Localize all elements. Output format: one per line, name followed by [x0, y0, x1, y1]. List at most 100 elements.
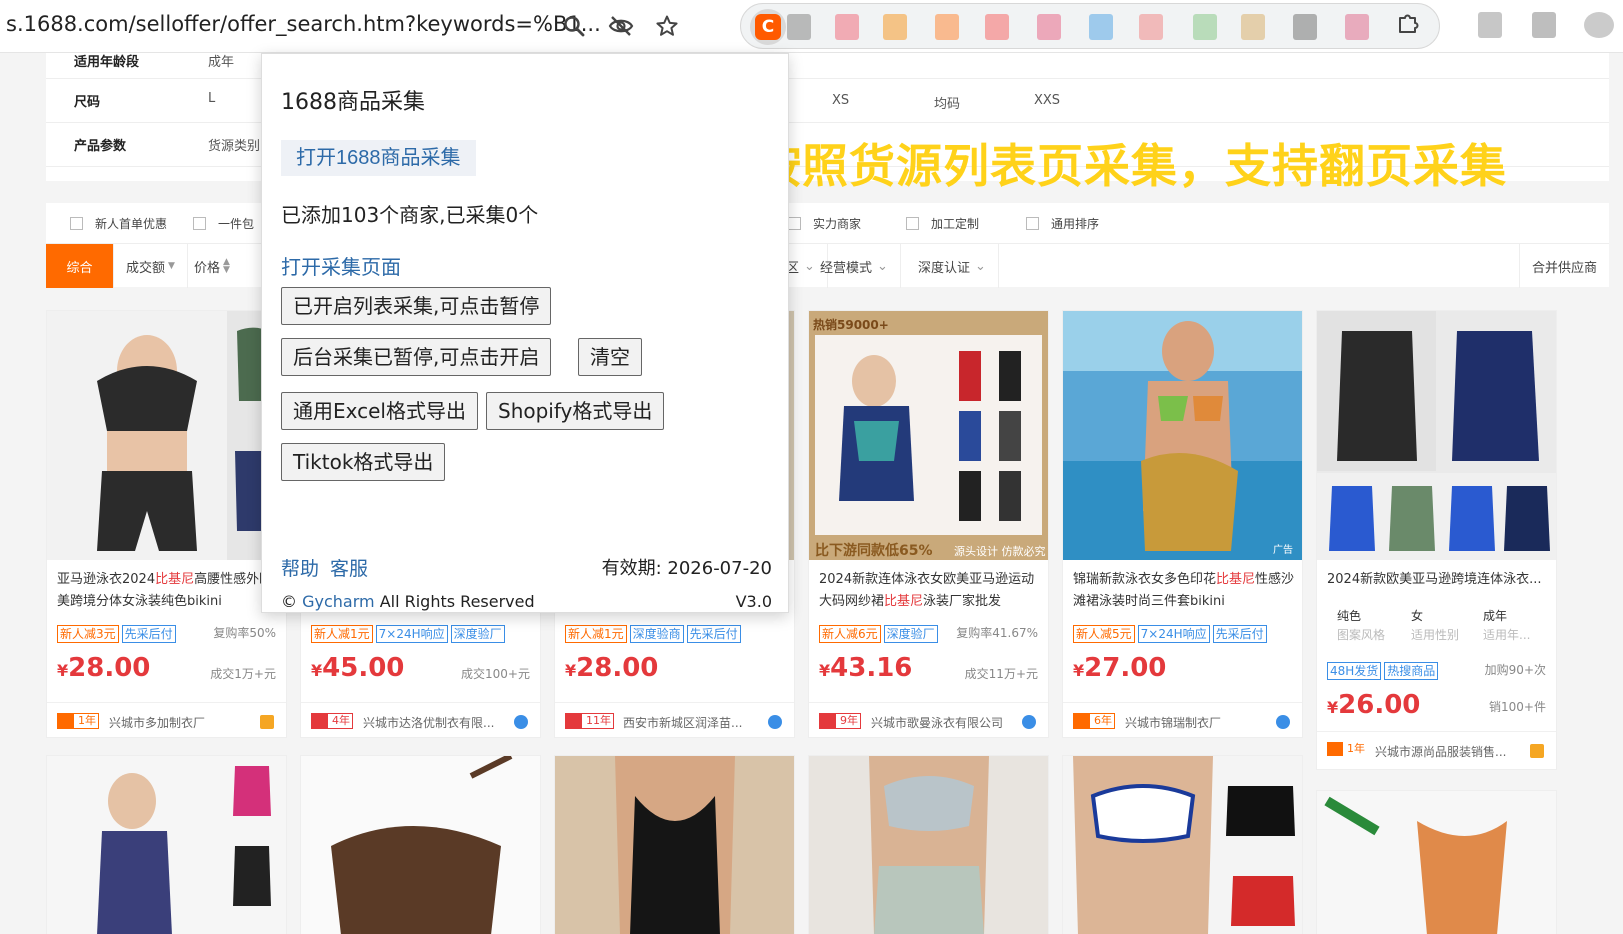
product-title[interactable]: 亚马逊泳衣2024比基尼高腰性感外欧美跨境分体女泳装纯色bikini — [57, 569, 281, 613]
price-value: 27.00 — [1084, 653, 1167, 683]
shop-row: 6年 兴城市锦瑞制衣厂 — [1063, 702, 1302, 738]
sort-certification[interactable]: 深度认证 ⌄ — [906, 244, 999, 288]
checkbox-general-sort[interactable]: 通用排序 — [1026, 215, 1099, 232]
sort-label: 成交额 — [126, 260, 166, 276]
product-card[interactable]: 2024新款欧美亚马逊跨境连体泳衣... 纯色 图案风格 女适用性别 成年 适用年.… — [1316, 310, 1557, 770]
product-card[interactable]: 热销59000+ 比下游同款低65% 源头设计 仿款必究 2024新款连体泳衣女… — [808, 310, 1049, 738]
product-image[interactable] — [809, 756, 1048, 934]
product-image[interactable] — [555, 756, 794, 934]
shop-years: 11年 — [565, 713, 614, 729]
product-image[interactable]: 热销59000+ 比下游同款低65% 源头设计 仿款必究 — [809, 311, 1048, 560]
blurred-extension-icon[interactable] — [1193, 14, 1217, 40]
shopify-export-button[interactable]: Shopify格式导出 — [486, 392, 665, 430]
shop-name[interactable]: 西安市新城区润泽苗... — [623, 714, 773, 731]
shop-name[interactable]: 兴城市锦瑞制衣厂 — [1125, 714, 1275, 731]
puzzle-icon[interactable] — [1395, 10, 1421, 36]
collector-extension-icon[interactable]: C — [750, 9, 786, 45]
tag: 新人减1元 — [311, 625, 373, 643]
checkbox-new-user[interactable]: 新人首单优惠 — [70, 215, 167, 232]
excel-export-button[interactable]: 通用Excel格式导出 — [281, 392, 478, 430]
tag: 新人减1元 — [565, 625, 627, 643]
list-collect-toggle-button[interactable]: 已开启列表采集,可点击暂停 — [281, 287, 552, 325]
blurred-extension-icon[interactable] — [787, 14, 811, 40]
shop-row: 4年 兴城市达洛优制衣有限... — [301, 702, 540, 738]
tag: 深度验厂 — [450, 625, 505, 643]
merge-suppliers[interactable]: 合并供应商 — [1518, 244, 1609, 288]
shop-name[interactable]: 兴城市歌曼泳衣有限公司 — [871, 714, 1021, 731]
product-image[interactable] — [1317, 791, 1556, 934]
checkbox-one-piece[interactable]: 一件包 — [193, 215, 254, 232]
open-collect-page-link[interactable]: 打开采集页面 — [281, 251, 401, 280]
background-collect-toggle-button[interactable]: 后台采集已暂停,可点击开启 — [281, 338, 552, 376]
product-title[interactable]: 锦瑞新款泳衣女多色印花比基尼性感沙滩裙泳装时尚三件套bikini — [1073, 569, 1297, 613]
shop-name[interactable]: 兴城市源尚品服装销售... — [1375, 743, 1525, 760]
product-card[interactable] — [300, 755, 541, 934]
customer-service-link[interactable]: 客服 — [330, 554, 368, 581]
product-card[interactable] — [808, 755, 1049, 934]
star-icon[interactable] — [653, 12, 681, 40]
filter-option[interactable]: 均码 — [934, 93, 960, 112]
sales: 成交11万+元 — [964, 667, 1038, 681]
product-image[interactable] — [47, 756, 286, 934]
blurred-extension-icon[interactable] — [1293, 14, 1317, 40]
sort-business-model[interactable]: 经营模式 ⌄ — [808, 244, 901, 288]
service-icon[interactable] — [1022, 715, 1036, 729]
blurred-extension-icon[interactable] — [835, 14, 859, 40]
product-title[interactable]: 2024新款欧美亚马逊跨境连体泳衣... — [1327, 569, 1551, 591]
address-bar[interactable]: s.1688.com/selloffer/offer_search.htm?ke… — [6, 12, 601, 36]
tag: 深度验厂 — [883, 625, 938, 643]
blurred-extension-icon[interactable] — [985, 14, 1009, 40]
filter-value[interactable]: 货源类别 — [208, 135, 260, 154]
repurchase-rate: 复购率41.67% — [952, 624, 1038, 641]
shop-name[interactable]: 兴城市达洛优制衣有限... — [363, 714, 513, 731]
product-card[interactable] — [554, 755, 795, 934]
price: ¥27.00 — [1073, 653, 1167, 683]
blurred-extension-icon[interactable] — [935, 14, 959, 40]
sort-default[interactable]: 综合 — [46, 244, 114, 288]
filter-option[interactable]: XXS — [1034, 93, 1060, 108]
filter-option[interactable]: XS — [832, 93, 849, 108]
popup-title: 1688商品采集 — [281, 90, 425, 115]
blurred-profile-icon[interactable] — [1532, 12, 1556, 38]
product-card[interactable]: 亚马逊泳衣2024比基尼高腰性感外欧美跨境分体女泳装纯色bikini 新人减3元… — [46, 310, 287, 738]
blurred-extension-icon[interactable] — [883, 14, 907, 40]
blurred-extension-icon[interactable] — [1089, 14, 1113, 40]
product-title[interactable]: 2024新款连体泳衣女欧美亚马逊运动大码网纱裙比基尼泳装厂家批发 — [819, 569, 1043, 613]
blurred-extension-icon[interactable] — [1037, 14, 1061, 40]
clear-button[interactable]: 清空 — [578, 338, 642, 376]
sort-price[interactable]: 价格 ▲ ▼ — [182, 244, 242, 288]
blurred-extension-icon[interactable] — [1139, 14, 1163, 40]
service-icon[interactable] — [514, 715, 528, 729]
service-icon[interactable] — [768, 715, 782, 729]
open-collector-button[interactable]: 打开1688商品采集 — [281, 140, 476, 176]
eye-off-icon[interactable] — [607, 12, 635, 40]
checkbox-power-merchant[interactable]: 实力商家 — [788, 215, 861, 232]
checkbox-custom-processing[interactable]: 加工定制 — [906, 215, 979, 232]
product-card[interactable] — [1062, 755, 1303, 934]
title-highlight: 比基尼 — [884, 594, 924, 609]
tiktok-export-button[interactable]: Tiktok格式导出 — [281, 443, 446, 481]
blurred-extension-icon[interactable] — [1345, 14, 1369, 40]
product-card[interactable] — [46, 755, 287, 934]
product-image[interactable] — [301, 756, 540, 934]
blurred-profile-icon[interactable] — [1478, 12, 1502, 38]
help-link[interactable]: 帮助 — [281, 554, 319, 581]
product-image[interactable]: 广告 — [1063, 311, 1302, 560]
product-image[interactable] — [1317, 311, 1556, 560]
brand-link[interactable]: Gycharm — [302, 592, 375, 611]
filter-value[interactable]: 成年 — [208, 51, 234, 70]
blurred-extension-icon[interactable] — [1241, 14, 1265, 40]
tag: 7×24H响应 — [1137, 625, 1210, 643]
product-image[interactable] — [1063, 756, 1302, 934]
product-card[interactable]: 广告 锦瑞新款泳衣女多色印花比基尼性感沙滩裙泳装时尚三件套bikini 新人减5… — [1062, 310, 1303, 738]
avatar[interactable] — [1584, 12, 1614, 38]
product-card[interactable] — [1316, 790, 1557, 934]
shop-name[interactable]: 兴城市多加制衣厂 — [109, 714, 259, 731]
service-icon[interactable] — [1276, 715, 1290, 729]
sort-turnover[interactable]: 成交额 ▼ — [114, 244, 188, 288]
title-highlight: 比基尼 — [1216, 572, 1256, 587]
filter-value[interactable]: L — [208, 91, 215, 106]
price: ¥45.00 — [311, 653, 405, 683]
product-image[interactable] — [47, 311, 286, 560]
zoom-icon[interactable] — [560, 12, 588, 40]
